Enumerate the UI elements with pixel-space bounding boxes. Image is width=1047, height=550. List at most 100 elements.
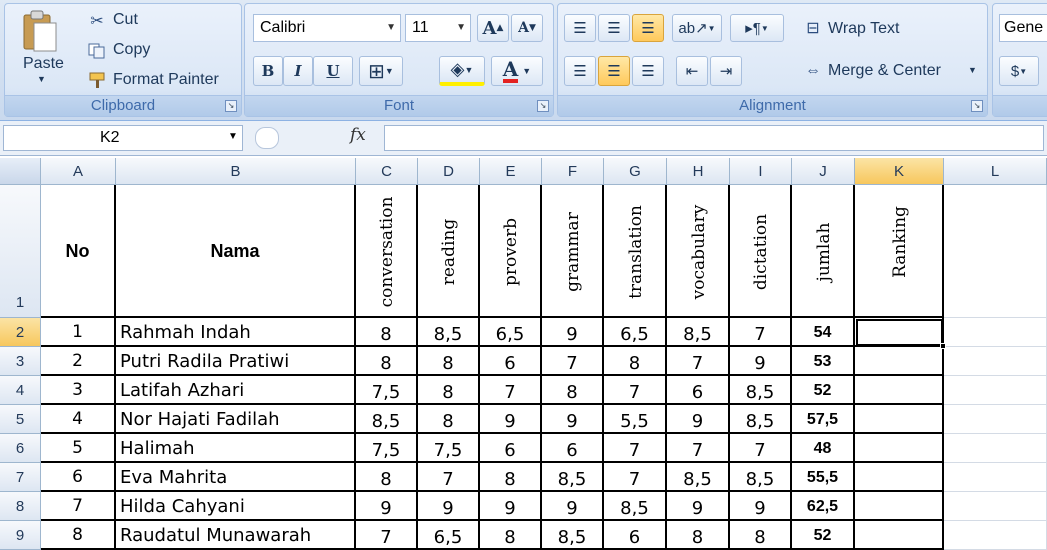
row-name-cell[interactable]: Nor Hajati Fadilah bbox=[116, 405, 356, 434]
orientation-button[interactable]: ab↗ ▼ bbox=[672, 14, 722, 42]
score-cell[interactable]: 8,5 bbox=[667, 318, 730, 347]
score-cell[interactable]: 6 bbox=[480, 434, 542, 463]
fill-handle[interactable] bbox=[940, 343, 946, 349]
wrap-text-button[interactable]: Wrap Text bbox=[828, 20, 899, 38]
score-cell[interactable]: 5,5 bbox=[604, 405, 667, 434]
name-box-dropdown-icon[interactable]: ▼ bbox=[228, 131, 238, 142]
cell[interactable] bbox=[944, 463, 1047, 492]
row-header-8[interactable]: 8 bbox=[0, 492, 41, 521]
score-cell[interactable]: 8 bbox=[542, 376, 604, 405]
score-cell[interactable]: 7,5 bbox=[418, 434, 480, 463]
font-size-select[interactable]: 11 ▼ bbox=[405, 14, 471, 42]
cell[interactable] bbox=[944, 347, 1047, 376]
score-cell[interactable]: 8,5 bbox=[667, 463, 730, 492]
cell[interactable] bbox=[944, 185, 1047, 318]
score-cell[interactable]: 6,5 bbox=[418, 521, 480, 550]
header-no-cell[interactable]: No bbox=[41, 185, 116, 318]
row-no-cell[interactable]: 5 bbox=[41, 434, 116, 463]
row-name-cell[interactable]: Raudatul Munawarah bbox=[116, 521, 356, 550]
ranking-cell[interactable] bbox=[855, 405, 944, 434]
cell[interactable] bbox=[944, 492, 1047, 521]
score-cell[interactable]: 9 bbox=[542, 405, 604, 434]
ranking-cell[interactable] bbox=[855, 347, 944, 376]
alignment-launcher-icon[interactable]: ↘ bbox=[971, 100, 983, 112]
row-header-2[interactable]: 2 bbox=[0, 318, 41, 347]
cell[interactable] bbox=[944, 318, 1047, 347]
score-cell[interactable]: 7 bbox=[542, 347, 604, 376]
column-header-a[interactable]: A bbox=[41, 158, 116, 185]
column-header-c[interactable]: C bbox=[356, 158, 418, 185]
score-cell[interactable]: 8,5 bbox=[542, 521, 604, 550]
row-name-cell[interactable]: Putri Radila Pratiwi bbox=[116, 347, 356, 376]
row-no-cell[interactable]: 3 bbox=[41, 376, 116, 405]
score-cell[interactable]: 8,5 bbox=[356, 405, 418, 434]
score-cell[interactable]: 9 bbox=[730, 492, 792, 521]
font-name-select[interactable]: Calibri ▼ bbox=[253, 14, 401, 42]
column-header-d[interactable]: D bbox=[418, 158, 480, 185]
font-color-button[interactable]: A ▼ bbox=[491, 56, 543, 86]
header-nama-cell[interactable]: Nama bbox=[116, 185, 356, 318]
score-cell[interactable]: 8 bbox=[730, 521, 792, 550]
header-subject-cell[interactable]: Ranking bbox=[855, 185, 944, 318]
column-header-f[interactable]: F bbox=[542, 158, 604, 185]
row-no-cell[interactable]: 7 bbox=[41, 492, 116, 521]
paste-button[interactable]: Paste bbox=[23, 55, 64, 73]
row-name-cell[interactable]: Hilda Cahyani bbox=[116, 492, 356, 521]
align-center-button[interactable]: ☰ bbox=[598, 56, 630, 86]
row-header-1[interactable]: 1 bbox=[0, 185, 41, 318]
score-cell[interactable]: 7 bbox=[418, 463, 480, 492]
column-header-e[interactable]: E bbox=[480, 158, 542, 185]
text-direction-button[interactable]: ▸¶ ▼ bbox=[730, 14, 784, 42]
score-cell[interactable]: 8,5 bbox=[542, 463, 604, 492]
select-all-corner[interactable] bbox=[0, 158, 41, 185]
row-name-cell[interactable]: Eva Mahrita bbox=[116, 463, 356, 492]
clipboard-launcher-icon[interactable]: ↘ bbox=[225, 100, 237, 112]
bold-button[interactable]: B bbox=[253, 56, 283, 86]
header-subject-cell[interactable]: grammar bbox=[542, 185, 604, 318]
score-cell[interactable]: 9 bbox=[542, 318, 604, 347]
active-cell-k2[interactable] bbox=[855, 318, 944, 347]
row-header-6[interactable]: 6 bbox=[0, 434, 41, 463]
cell[interactable] bbox=[944, 521, 1047, 550]
score-cell[interactable]: 8 bbox=[418, 405, 480, 434]
font-launcher-icon[interactable]: ↘ bbox=[537, 100, 549, 112]
row-no-cell[interactable]: 2 bbox=[41, 347, 116, 376]
borders-button[interactable]: ⊞ ▼ bbox=[359, 56, 403, 86]
score-cell[interactable]: 7 bbox=[356, 521, 418, 550]
score-cell[interactable]: 7 bbox=[730, 434, 792, 463]
column-header-h[interactable]: H bbox=[667, 158, 730, 185]
ranking-cell[interactable] bbox=[855, 521, 944, 550]
score-cell[interactable]: 7,5 bbox=[356, 376, 418, 405]
row-no-cell[interactable]: 1 bbox=[41, 318, 116, 347]
decrease-indent-button[interactable]: ⇤ bbox=[676, 56, 708, 86]
score-cell[interactable]: 8 bbox=[418, 347, 480, 376]
ranking-cell[interactable] bbox=[855, 463, 944, 492]
merge-dropdown-icon[interactable]: ▼ bbox=[968, 65, 977, 75]
header-subject-cell[interactable]: jumlah bbox=[792, 185, 855, 318]
score-cell[interactable]: 6 bbox=[542, 434, 604, 463]
score-cell[interactable]: 7 bbox=[667, 434, 730, 463]
row-no-cell[interactable]: 8 bbox=[41, 521, 116, 550]
score-cell[interactable]: 9 bbox=[356, 492, 418, 521]
column-header-b[interactable]: B bbox=[116, 158, 356, 185]
score-cell[interactable]: 9 bbox=[730, 347, 792, 376]
align-left-button[interactable]: ☰ bbox=[564, 56, 596, 86]
number-format-select[interactable]: Gene bbox=[999, 14, 1047, 42]
score-cell[interactable]: 8 bbox=[480, 463, 542, 492]
copy-button[interactable]: Copy bbox=[113, 41, 150, 59]
score-cell[interactable]: 8 bbox=[356, 347, 418, 376]
score-cell[interactable]: 9 bbox=[542, 492, 604, 521]
score-cell[interactable]: 7 bbox=[604, 376, 667, 405]
cell[interactable] bbox=[944, 405, 1047, 434]
score-cell[interactable]: 6 bbox=[667, 376, 730, 405]
row-name-cell[interactable]: Halimah bbox=[116, 434, 356, 463]
score-cell[interactable]: 6,5 bbox=[604, 318, 667, 347]
score-cell[interactable]: 8 bbox=[356, 463, 418, 492]
score-cell[interactable]: 8 bbox=[418, 376, 480, 405]
header-subject-cell[interactable]: reading bbox=[418, 185, 480, 318]
row-no-cell[interactable]: 4 bbox=[41, 405, 116, 434]
header-subject-cell[interactable]: conversation bbox=[356, 185, 418, 318]
score-cell[interactable]: 55,5 bbox=[792, 463, 855, 492]
row-header-3[interactable]: 3 bbox=[0, 347, 41, 376]
header-subject-cell[interactable]: dictation bbox=[730, 185, 792, 318]
